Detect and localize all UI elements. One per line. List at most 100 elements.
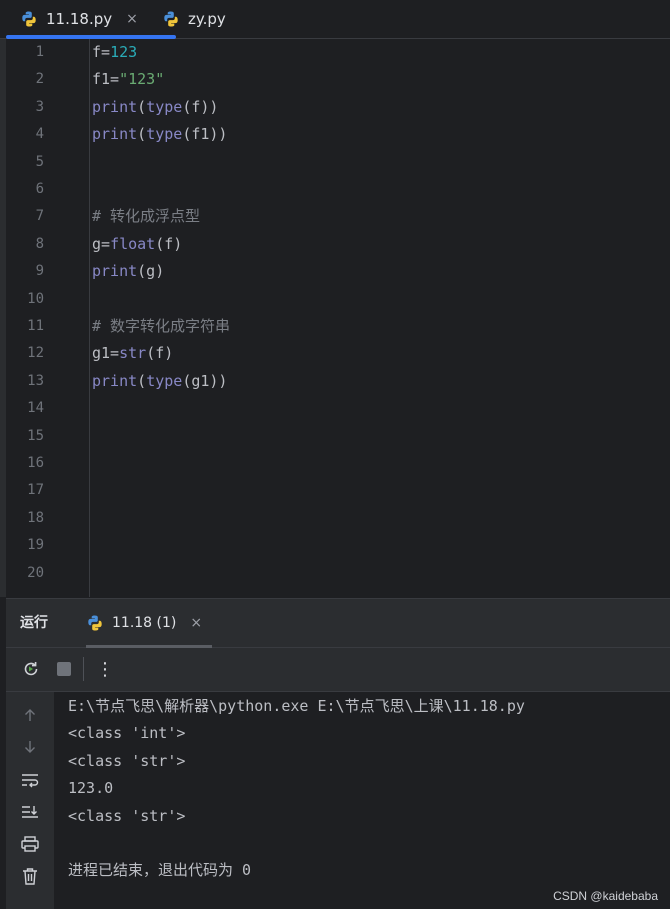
code-text: f=123 (92, 39, 137, 66)
line-number: 10 (27, 290, 44, 307)
code-line[interactable]: 18 (0, 505, 670, 532)
code-text: g=float(f) (92, 231, 182, 258)
code-line[interactable]: 5 (0, 149, 670, 176)
code-token-default: (f)) (182, 97, 219, 116)
line-number: 3 (35, 98, 44, 115)
line-number: 9 (35, 263, 44, 280)
code-text: f1="123" (92, 66, 164, 93)
code-text: # 数字转化成字符串 (92, 313, 230, 340)
code-token-builtin: type (146, 97, 183, 116)
code-line[interactable]: 16 (0, 450, 670, 477)
code-token-builtin: type (146, 371, 183, 390)
code-token-string: "123" (119, 70, 165, 89)
line-number: 12 (27, 345, 44, 362)
code-line[interactable]: 6 (0, 176, 670, 203)
code-text: # 转化成浮点型 (92, 203, 200, 230)
python-file-icon (22, 11, 36, 27)
code-token-default: f1= (92, 70, 120, 89)
console-side-toolbar (6, 692, 54, 909)
code-text: print(type(f1)) (92, 121, 227, 148)
run-panel-title: 运行 (20, 615, 48, 631)
code-line[interactable]: 17 (0, 477, 670, 504)
console-line: <class 'str'> (68, 751, 186, 770)
code-line[interactable]: 20 (0, 560, 670, 587)
code-token-number: 123 (110, 43, 138, 61)
more-options-icon[interactable]: ⋮ (94, 658, 116, 680)
code-text: print(g) (92, 258, 164, 285)
arrow-down-icon[interactable] (19, 736, 41, 758)
code-token-builtin: float (110, 234, 156, 253)
code-token-default: (g1)) (182, 371, 228, 390)
run-panel-header: 运行 11.18 (1) × (6, 598, 670, 648)
tab-11-18-py[interactable]: 11.18.py × (6, 0, 176, 39)
line-number: 5 (35, 153, 44, 170)
toolbar-separator (83, 657, 84, 681)
code-token-builtin: print (92, 371, 138, 390)
close-icon[interactable]: × (126, 11, 138, 27)
code-line[interactable]: 8 g=float(f) (0, 231, 670, 258)
line-number: 13 (27, 372, 44, 389)
code-token-default: ( (137, 125, 147, 144)
tab-label: zy.py (188, 10, 226, 28)
rerun-icon[interactable] (20, 658, 42, 680)
line-number: 17 (27, 482, 44, 499)
trash-icon[interactable] (19, 865, 41, 887)
line-number: 19 (27, 537, 44, 554)
code-line[interactable]: 3 print(type(f)) (0, 94, 670, 121)
code-line[interactable]: 15 (0, 423, 670, 450)
code-line[interactable]: 4 print(type(f1)) (0, 121, 670, 148)
code-editor[interactable]: 1 f=123 2 f1="123" 3 print(type(f)) 4 print(typ… (0, 39, 670, 597)
line-number: 14 (27, 400, 44, 417)
python-run-icon (88, 615, 102, 631)
console-line: <class 'int'> (68, 724, 186, 743)
console-line: E:\节点飞思\解析器\python.exe E:\节点飞思\上课\11.18.… (68, 697, 525, 715)
watermark: CSDN @kaidebaba (553, 889, 658, 903)
code-line[interactable]: 7 # 转化成浮点型 (0, 203, 670, 230)
code-token-default: (g) (137, 262, 165, 281)
code-token-default: g= (92, 234, 111, 253)
line-number: 16 (27, 455, 44, 471)
console-output[interactable]: E:\节点飞思\解析器\python.exe E:\节点飞思\上课\11.18.… (54, 692, 670, 909)
scroll-to-end-icon[interactable] (19, 801, 41, 823)
console-line: <class 'str'> (68, 806, 186, 825)
close-icon[interactable]: × (190, 615, 202, 631)
line-number: 11 (27, 318, 44, 334)
soft-wrap-icon[interactable] (19, 769, 41, 791)
code-line[interactable]: 13 print(type(g1)) (0, 368, 670, 395)
line-number: 8 (35, 235, 44, 252)
python-file-icon (164, 11, 178, 27)
code-line[interactable]: 19 (0, 532, 670, 559)
code-token-default: (f1)) (182, 125, 228, 144)
code-token-default: ( (137, 97, 147, 116)
code-text: print(type(g1)) (92, 368, 227, 395)
arrow-up-icon[interactable] (19, 704, 41, 726)
print-icon[interactable] (19, 833, 41, 855)
tab-label: 11.18.py (46, 10, 113, 28)
editor-tab-bar: 11.18.py × zy.py (0, 0, 670, 39)
line-number: 6 (35, 181, 44, 197)
line-number: 1 (35, 44, 44, 60)
code-line[interactable]: 14 (0, 395, 670, 422)
code-line[interactable]: 10 (0, 286, 670, 313)
code-token-builtin: str (119, 344, 147, 363)
code-line[interactable]: 2 f1="123" (0, 66, 670, 93)
console-line: 进程已结束，退出代码为 0 (68, 861, 252, 880)
console-line: 123.0 (68, 779, 114, 798)
code-token-builtin: print (92, 97, 138, 116)
code-text: print(type(f)) (92, 94, 218, 121)
code-line[interactable]: 11 # 数字转化成字符串 (0, 313, 670, 340)
stop-icon[interactable] (53, 658, 75, 680)
code-line[interactable]: 12 g1=str(f) (0, 340, 670, 367)
tab-zy-py[interactable]: zy.py (162, 0, 262, 38)
run-tab-11-18[interactable]: 11.18 (1) × (86, 599, 212, 648)
code-token-default: (f) (146, 344, 174, 363)
code-token-comment: # 转化成浮点型 (92, 207, 201, 226)
code-line[interactable]: 9 print(g) (0, 258, 670, 285)
code-line[interactable]: 1 f=123 (0, 39, 670, 66)
code-token-default: g1= (92, 344, 120, 363)
code-token-builtin: print (92, 262, 138, 281)
line-number: 4 (35, 126, 44, 143)
run-tab-label: 11.18 (1) (112, 615, 177, 631)
code-token-comment: # 数字转化成字符串 (92, 317, 231, 335)
line-number: 7 (35, 208, 44, 225)
